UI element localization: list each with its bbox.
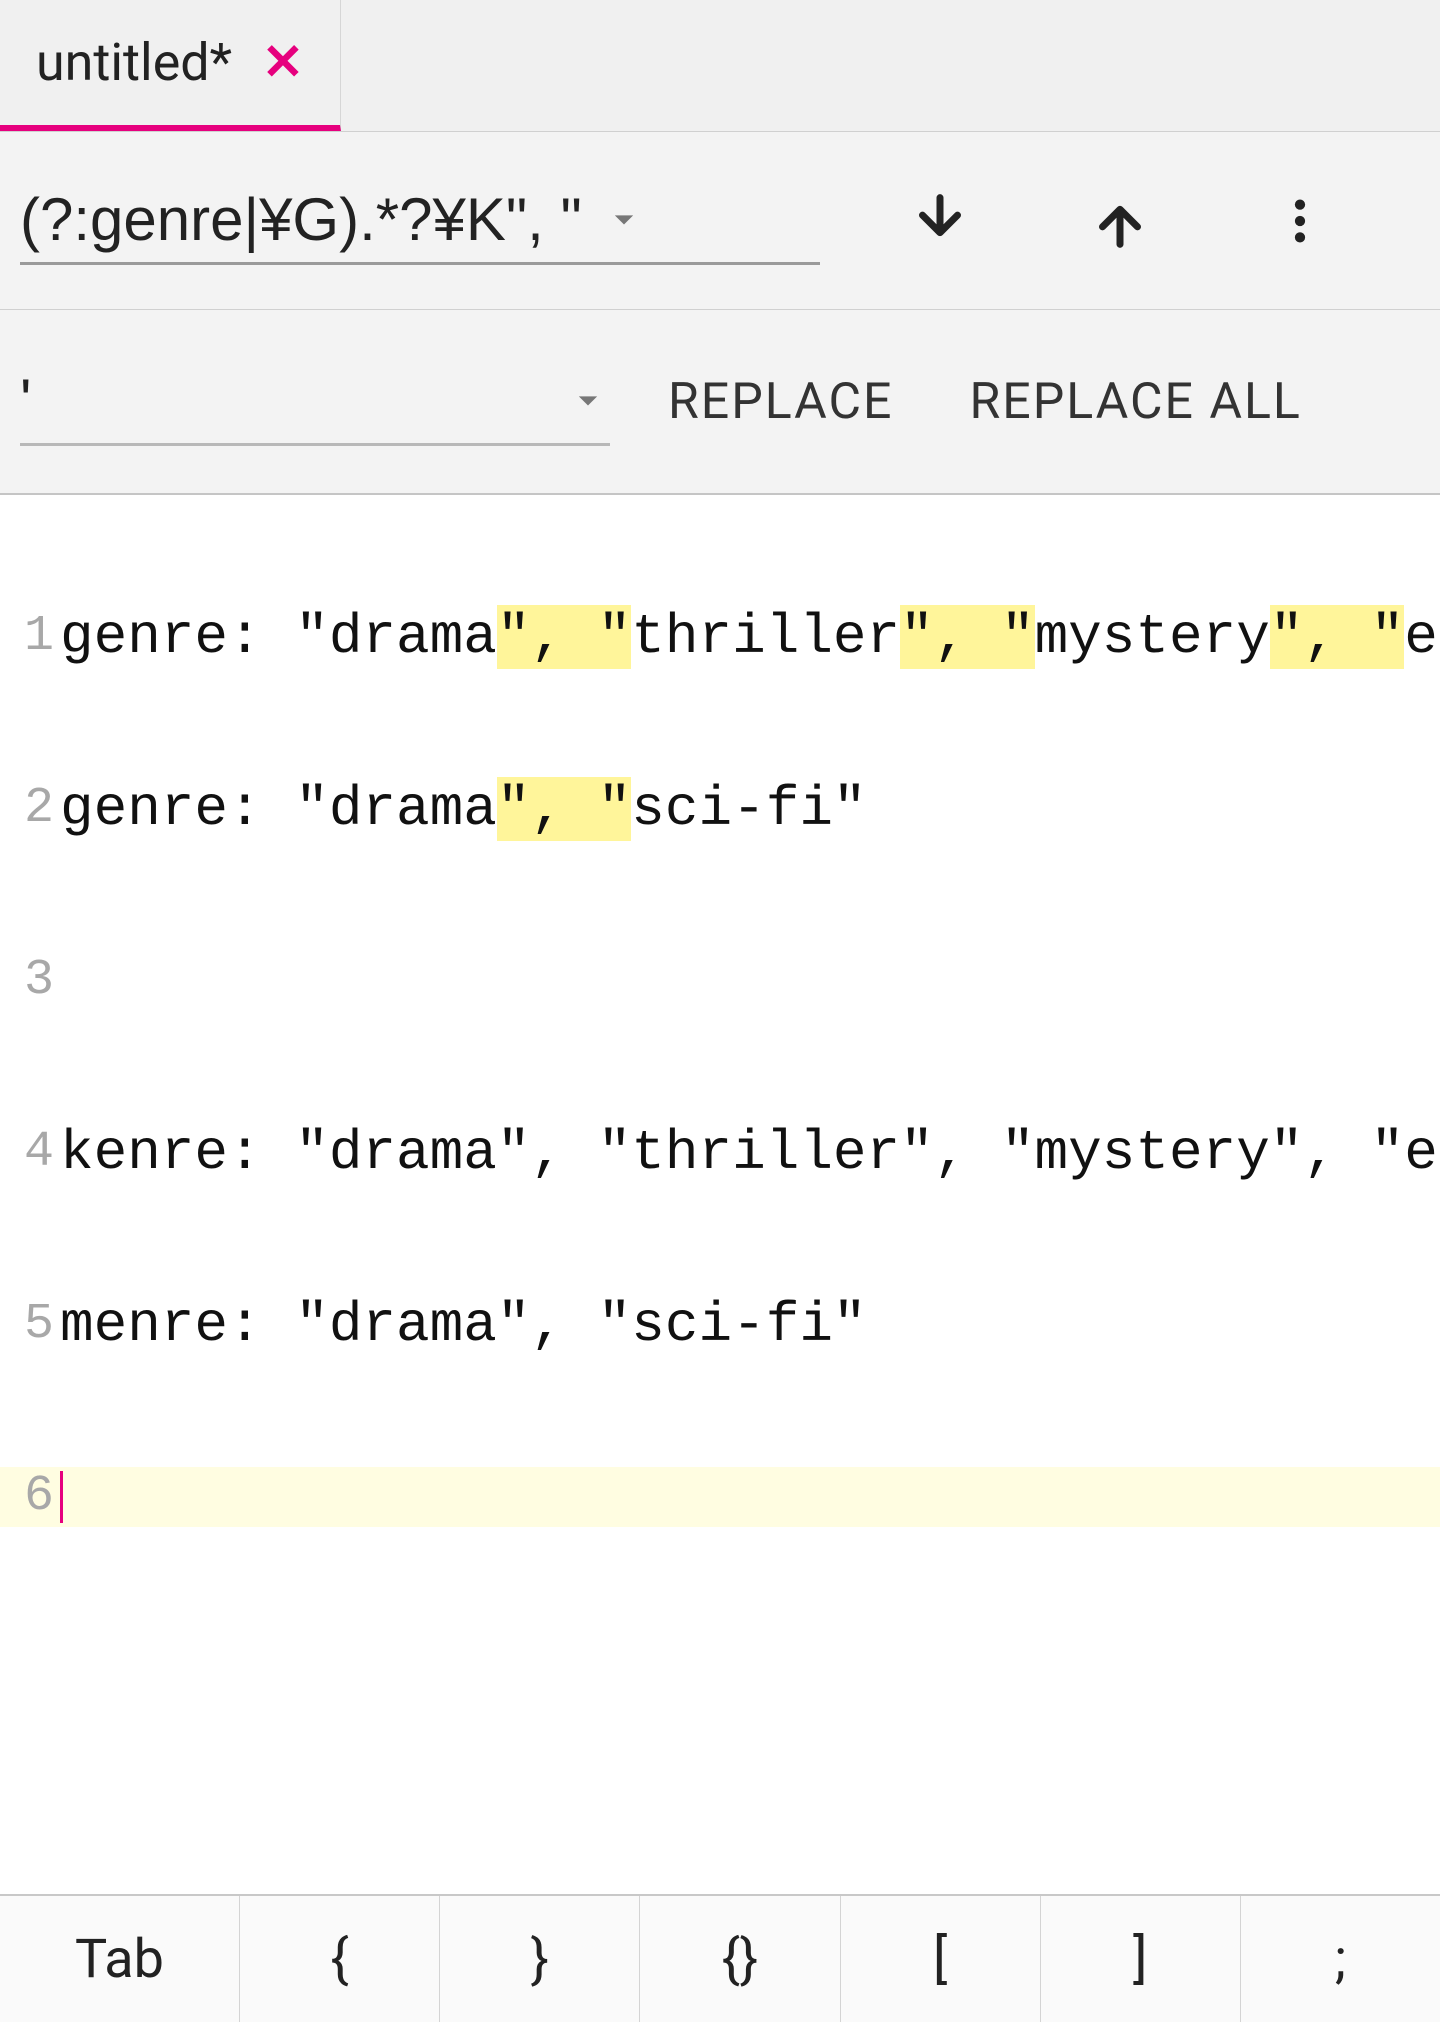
- line-number: 5: [0, 1300, 60, 1350]
- key-semicolon[interactable]: ;: [1241, 1896, 1440, 2022]
- search-match: ", ": [900, 605, 1034, 669]
- chevron-down-icon[interactable]: [602, 197, 646, 241]
- replace-input[interactable]: ': [20, 358, 610, 446]
- replace-button[interactable]: REPLACE: [650, 353, 911, 451]
- editor[interactable]: 1 genre: "drama", "thriller", "mystery",…: [0, 495, 1440, 2022]
- editor-line: 1 genre: "drama", "thriller", "mystery",…: [0, 607, 1440, 667]
- line-number: 6: [0, 1472, 60, 1522]
- replace-all-button[interactable]: REPLACE ALL: [951, 353, 1319, 451]
- key-bracket-close[interactable]: ]: [1041, 1896, 1241, 2022]
- search-input[interactable]: (?:genre|¥G).*?¥K", ": [20, 177, 820, 265]
- search-match: ", ": [497, 605, 631, 669]
- text-cursor: [60, 1471, 63, 1523]
- replace-bar: ' REPLACE REPLACE ALL: [0, 310, 1440, 495]
- find-prev-button[interactable]: [1060, 161, 1180, 281]
- tab-title: untitled*: [36, 32, 232, 93]
- line-number: 3: [0, 956, 60, 1006]
- find-next-button[interactable]: [880, 161, 1000, 281]
- search-match: ", ": [1270, 605, 1404, 669]
- more-options-button[interactable]: [1240, 161, 1360, 281]
- close-icon[interactable]: ✕: [262, 38, 304, 88]
- editor-line: 5 menre: "drama", "sci-fi": [0, 1295, 1440, 1355]
- chevron-down-icon[interactable]: [566, 378, 610, 422]
- key-brace-close[interactable]: }: [440, 1896, 640, 2022]
- replace-value-text: ': [20, 366, 31, 435]
- editor-line: 3: [0, 951, 1440, 1011]
- key-braces[interactable]: {}: [640, 1896, 840, 2022]
- key-bracket-open[interactable]: [: [841, 1896, 1041, 2022]
- key-brace-open[interactable]: {: [240, 1896, 440, 2022]
- editor-line-current: 6: [0, 1467, 1440, 1527]
- line-number: 1: [0, 612, 60, 662]
- line-number: 2: [0, 784, 60, 834]
- search-pattern-text: (?:genre|¥G).*?¥K", ": [20, 185, 582, 254]
- search-bar: (?:genre|¥G).*?¥K", ": [0, 132, 1440, 310]
- editor-line: 4 kenre: "drama", "thriller", "mystery",…: [0, 1123, 1440, 1183]
- search-match: ", ": [497, 777, 631, 841]
- tab-untitled[interactable]: untitled* ✕: [0, 0, 341, 131]
- line-number: 4: [0, 1128, 60, 1178]
- tab-bar: untitled* ✕: [0, 0, 1440, 132]
- editor-line: 2 genre: "drama", "sci-fi": [0, 779, 1440, 839]
- key-tab[interactable]: Tab: [0, 1896, 240, 2022]
- extra-keys-row: Tab { } {} [ ] ;: [0, 1894, 1440, 2022]
